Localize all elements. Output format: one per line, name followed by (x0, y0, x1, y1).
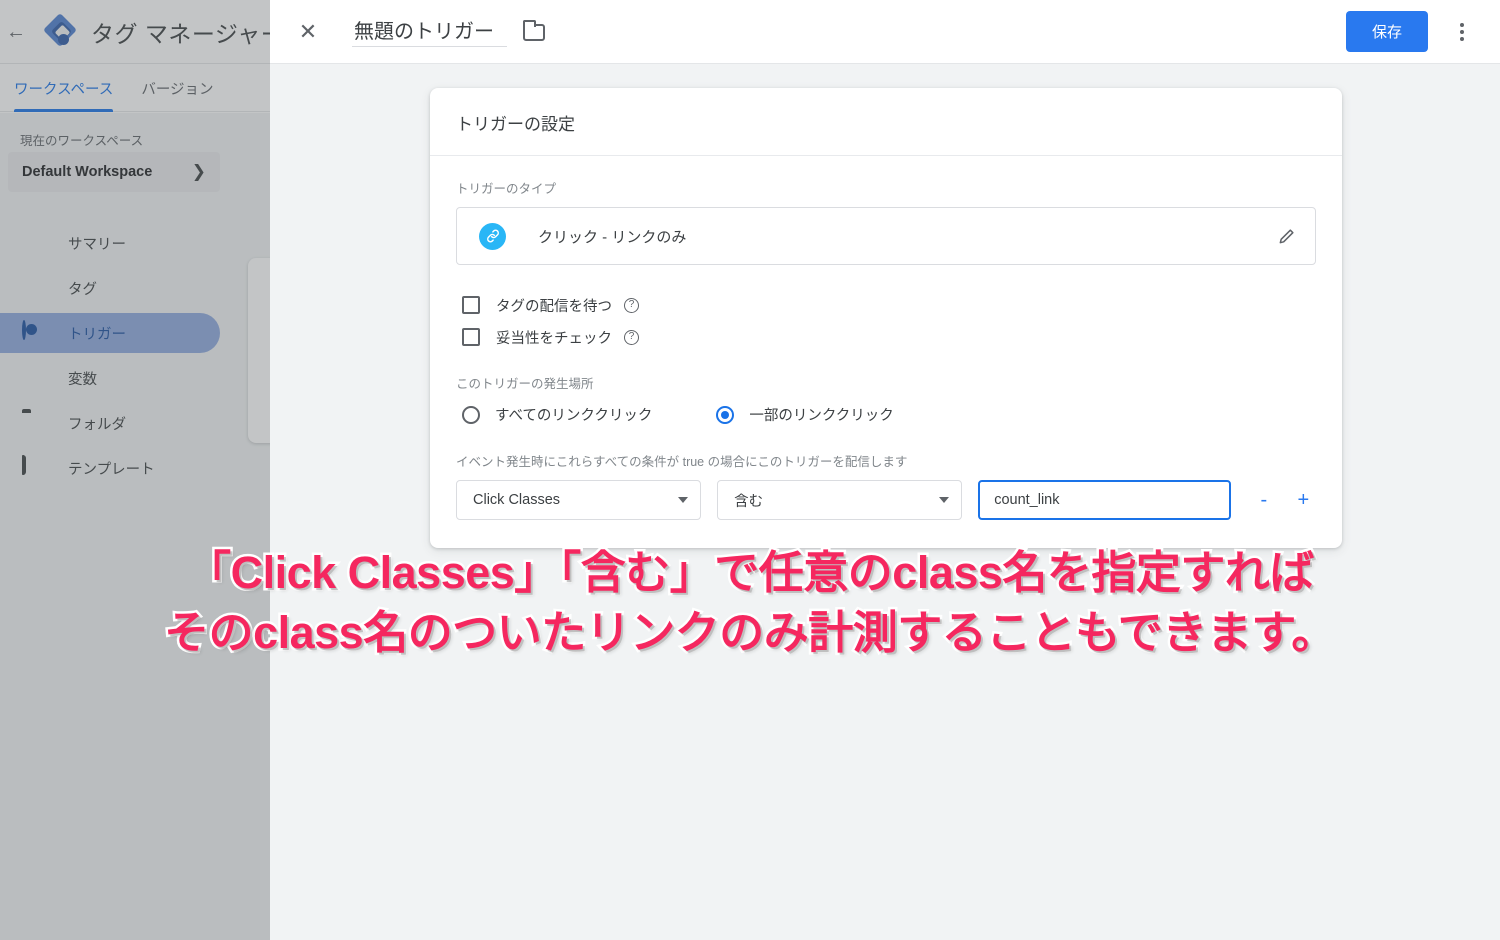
help-icon[interactable]: ? (624, 297, 639, 313)
sidebar-item-label: フォルダ (68, 416, 126, 433)
condition-operator-value: 含む (734, 493, 764, 510)
card-body: トリガーのタイプ クリック - リンクのみ タグの配信を待つ ? 妥当性をチェッ… (430, 156, 1342, 548)
chevron-right-icon: ❯ (191, 162, 206, 181)
radio-all-link-clicks[interactable]: すべてのリンククリック (456, 404, 652, 425)
app-sidebar: 現在のワークスペース Default Workspace ❯ サマリー タグ ト… (0, 113, 270, 940)
sidebar-item-templates[interactable]: テンプレート (0, 448, 220, 488)
checkbox-wait-for-tags[interactable]: タグの配信を待つ ? (456, 289, 1316, 321)
sidebar-item-folders[interactable]: フォルダ (0, 403, 220, 443)
screen-root: ← タグ マネージャー ワークスペース バージョン 現在のワークスペース Def… (0, 0, 1500, 940)
trigger-type-box[interactable]: クリック - リンクのみ (456, 207, 1316, 265)
link-icon (479, 222, 506, 250)
workspace-name: Default Workspace (22, 164, 153, 180)
condition-operator-select[interactable]: 含む (717, 480, 963, 520)
radio-label: すべてのリンククリック (495, 408, 653, 424)
more-vertical-icon[interactable] (1444, 14, 1480, 50)
modal-header: ✕ 保存 (270, 0, 1500, 64)
checkbox-box[interactable] (462, 328, 480, 346)
sidebar-item-variables[interactable]: 変数 (0, 358, 220, 398)
trigger-editor-modal: ✕ 保存 トリガーの設定 トリガーのタイプ (270, 0, 1500, 940)
condition-variable-select[interactable]: Click Classes (456, 480, 702, 520)
radio-some-link-clicks[interactable]: 一部のリンククリック (710, 404, 894, 425)
radio-box[interactable] (716, 405, 735, 424)
background-app: ← タグ マネージャー ワークスペース バージョン 現在のワークスペース Def… (0, 0, 270, 940)
caption-line-2: そのclass名のついたリンクのみ計測することもできます。 (162, 604, 1339, 660)
condition-row: Click Classes 含む - + (456, 480, 1316, 520)
condition-value-input[interactable] (978, 480, 1232, 520)
tab-versions[interactable]: バージョン (127, 78, 227, 111)
trigger-options: タグの配信を待つ ? 妥当性をチェック ? (456, 289, 1316, 353)
close-icon[interactable]: ✕ (294, 18, 322, 46)
sidebar-item-triggers[interactable]: トリガー (0, 313, 220, 353)
checkbox-label: 妥当性をチェック (496, 330, 612, 347)
sidebar-item-label: テンプレート (68, 461, 155, 478)
sidebar-item-label: トリガー (68, 326, 126, 343)
trigger-name-input[interactable] (352, 16, 507, 47)
trigger-type-label: トリガーのタイプ (456, 182, 557, 196)
trigger-icon (22, 320, 44, 344)
annotation-caption: 「Click Classes」「含む」で任意のclass名を指定すれば そのcl… (0, 543, 1500, 663)
trigger-type-name: クリック - リンクのみ (538, 228, 687, 246)
sidebar-item-label: タグ (68, 281, 97, 298)
gtm-logo-icon (43, 12, 79, 49)
fire-location-label: このトリガーの発生場所 (456, 377, 594, 391)
checkbox-label: タグの配信を待つ (496, 298, 612, 315)
back-arrow-icon[interactable]: ← (6, 0, 26, 64)
pencil-icon[interactable] (1277, 226, 1297, 246)
sidebar-nav: サマリー タグ トリガー 変数 フォルダ テンプレート (0, 218, 270, 493)
chevron-down-icon (678, 497, 689, 503)
radio-label: 一部のリンククリック (749, 408, 894, 424)
help-icon[interactable]: ? (624, 329, 639, 345)
trigger-configuration-card: トリガーの設定 トリガーのタイプ クリック - リンクのみ タグの配信を待つ ?… (430, 88, 1342, 548)
sidebar-item-label: サマリー (68, 236, 126, 253)
variable-icon (22, 367, 44, 389)
workspace-selector[interactable]: Default Workspace ❯ (8, 152, 220, 192)
remove-condition-button[interactable]: - (1251, 489, 1276, 512)
tag-icon (22, 277, 44, 299)
workspace-section-label: 現在のワークスペース (20, 134, 144, 148)
summary-icon (22, 232, 44, 254)
condition-description: イベント発生時にこれらすべての条件が true の場合にこのトリガーを配信します (456, 455, 908, 469)
template-icon (22, 455, 44, 479)
fire-location-radios: すべてのリンククリック 一部のリンククリック (456, 404, 1316, 425)
background-content-card (248, 258, 270, 443)
folder-icon (22, 412, 44, 434)
save-button[interactable]: 保存 (1345, 11, 1428, 52)
card-title: トリガーの設定 (430, 88, 1342, 156)
sidebar-item-tags[interactable]: タグ (0, 268, 220, 308)
folder-icon[interactable] (523, 20, 545, 41)
add-condition-button[interactable]: + (1291, 489, 1316, 512)
title-area (352, 16, 545, 47)
app-top-bar: ← タグ マネージャー (0, 0, 270, 64)
sidebar-item-label: 変数 (68, 371, 97, 388)
header-actions: 保存 (1345, 11, 1500, 52)
checkbox-check-validation[interactable]: 妥当性をチェック ? (456, 321, 1316, 353)
sidebar-item-summary[interactable]: サマリー (0, 223, 220, 263)
app-brand-name: タグ マネージャー (91, 20, 270, 47)
radio-box[interactable] (462, 405, 480, 424)
app-tabs: ワークスペース バージョン (0, 64, 270, 112)
tab-workspace[interactable]: ワークスペース (0, 78, 127, 112)
checkbox-box[interactable] (462, 296, 480, 314)
chevron-down-icon (939, 497, 950, 503)
condition-variable-value: Click Classes (473, 492, 561, 508)
caption-line-1: 「Click Classes」「含む」で任意のclass名を指定すれば (184, 545, 1317, 601)
